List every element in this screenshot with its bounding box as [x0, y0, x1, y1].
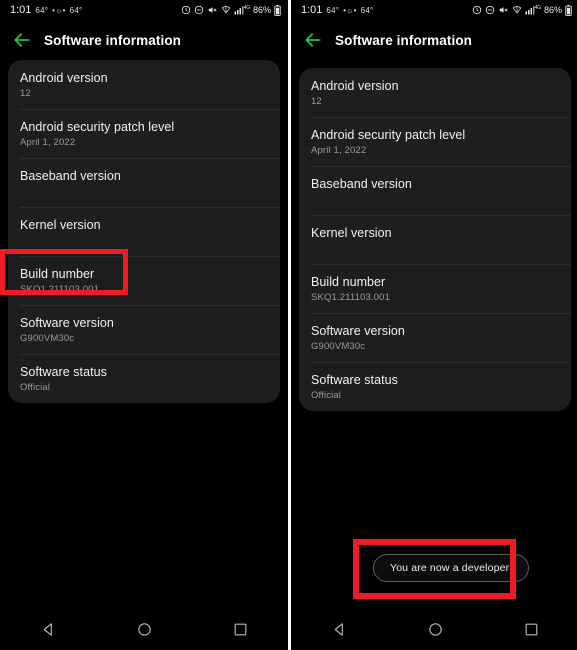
list-item-build-number[interactable]: Build number SKQ1.211103.001 [299, 264, 571, 313]
list-item-baseband-version[interactable]: Baseband version [8, 158, 280, 207]
weather-icon: •☼• [343, 6, 357, 15]
list-item-value: Official [311, 390, 342, 401]
app-bar: Software information [0, 20, 288, 60]
list-item-value: SKQ1.211103.001 [20, 284, 100, 295]
list-item-title: Build number [311, 275, 386, 289]
list-item-title: Android security patch level [20, 120, 175, 134]
recents-square-icon[interactable] [232, 621, 249, 638]
list-item-baseband-version[interactable]: Baseband version [299, 166, 571, 215]
status-bar-left: 1:01 64° •☼• 64° [301, 4, 373, 16]
list-item-title: Android security patch level [311, 128, 466, 142]
list-item-title: Software status [20, 365, 107, 379]
alarm-icon [472, 5, 482, 15]
list-item-software-version[interactable]: Software version G900VM30c [8, 305, 280, 354]
battery-percent-label: 86% [543, 5, 562, 15]
app-bar: Software information [291, 20, 577, 60]
volume-muted-icon [498, 5, 509, 15]
list-item-value: April 1, 2022 [311, 145, 367, 156]
status-temperature-secondary: 64° [69, 6, 83, 15]
list-item-android-version[interactable]: Android version 12 [8, 60, 280, 109]
dual-screenshot-comparison: 1:01 64° •☼• 64° 4G 86% Software informa… [0, 0, 577, 650]
list-item-value: April 1, 2022 [20, 137, 76, 148]
list-item-title: Software version [311, 324, 405, 338]
list-item-value: Official [20, 382, 51, 393]
list-item-value [20, 185, 268, 198]
status-temperature-primary: 64° [326, 6, 340, 15]
battery-percent-label: 86% [252, 5, 271, 15]
navigation-bar [291, 608, 577, 650]
developer-mode-toast: You are now a developer! [373, 554, 530, 582]
list-item-title: Android version [311, 79, 399, 93]
list-item-software-status[interactable]: Software status Official [8, 354, 280, 403]
cellular-signal-icon: 4G [234, 5, 250, 15]
phone-screen-right: 1:01 64° •☼• 64° 4G 86% Software informa… [291, 0, 577, 650]
list-item-value: G900VM30c [311, 341, 366, 352]
status-clock: 1:01 [10, 4, 32, 16]
list-item-android-security-patch-level[interactable]: Android security patch level April 1, 20… [8, 109, 280, 158]
list-item-android-security-patch-level[interactable]: Android security patch level April 1, 20… [299, 117, 571, 166]
software-information-card: Android version 12 Android security patc… [8, 60, 280, 403]
cellular-signal-icon: 4G [525, 5, 541, 15]
status-bar-right: 4G 86% [181, 4, 281, 16]
list-item-title: Software status [311, 373, 398, 387]
back-arrow-icon[interactable] [12, 30, 32, 50]
list-item-title: Android version [20, 71, 108, 85]
back-triangle-icon[interactable] [331, 621, 348, 638]
list-item-title: Baseband version [311, 177, 412, 191]
list-item-software-status[interactable]: Software status Official [299, 362, 571, 411]
network-type-label: 4G [243, 5, 250, 11]
list-item-title: Build number [20, 267, 95, 281]
wifi-icon [512, 5, 522, 15]
status-bar: 1:01 64° •☼• 64° 4G 86% [0, 0, 288, 20]
list-item-value: SKQ1.211103.001 [311, 292, 391, 303]
list-item-kernel-version[interactable]: Kernel version [299, 215, 571, 264]
list-item-value: G900VM30c [20, 333, 75, 344]
do-not-disturb-icon [194, 5, 204, 15]
list-item-title: Kernel version [311, 226, 392, 240]
status-bar-left: 1:01 64° •☼• 64° [10, 4, 82, 16]
weather-icon: •☼• [52, 6, 66, 15]
software-information-card: Android version 12 Android security patc… [299, 68, 571, 411]
battery-icon [274, 4, 281, 16]
list-item-build-number[interactable]: Build number SKQ1.211103.001 [8, 256, 280, 305]
list-item-value [311, 242, 559, 255]
page-title: Software information [335, 32, 473, 48]
list-item-software-version[interactable]: Software version G900VM30c [299, 313, 571, 362]
volume-muted-icon [207, 5, 218, 15]
do-not-disturb-icon [485, 5, 495, 15]
back-triangle-icon[interactable] [40, 621, 57, 638]
network-type-label: 4G [534, 5, 541, 11]
navigation-bar [0, 608, 288, 650]
phone-screen-left: 1:01 64° •☼• 64° 4G 86% Software informa… [0, 0, 288, 650]
status-clock: 1:01 [301, 4, 323, 16]
status-bar: 1:01 64° •☼• 64° 4G 86% [291, 0, 577, 20]
home-circle-icon[interactable] [136, 621, 153, 638]
list-item-title: Software version [20, 316, 114, 330]
list-item-value: 12 [311, 96, 322, 107]
list-item-title: Kernel version [20, 218, 101, 232]
status-bar-right: 4G 86% [472, 4, 572, 16]
list-item-kernel-version[interactable]: Kernel version [8, 207, 280, 256]
status-temperature-secondary: 64° [360, 6, 374, 15]
back-arrow-icon[interactable] [303, 30, 323, 50]
wifi-icon [221, 5, 231, 15]
list-item-android-version[interactable]: Android version 12 [299, 68, 571, 117]
battery-icon [565, 4, 572, 16]
alarm-icon [181, 5, 191, 15]
list-item-value [20, 234, 268, 247]
status-temperature-primary: 64° [35, 6, 49, 15]
home-circle-icon[interactable] [427, 621, 444, 638]
list-item-title: Baseband version [20, 169, 121, 183]
list-item-value [311, 193, 559, 206]
page-title: Software information [44, 32, 182, 48]
recents-square-icon[interactable] [523, 621, 540, 638]
list-item-value: 12 [20, 88, 31, 99]
